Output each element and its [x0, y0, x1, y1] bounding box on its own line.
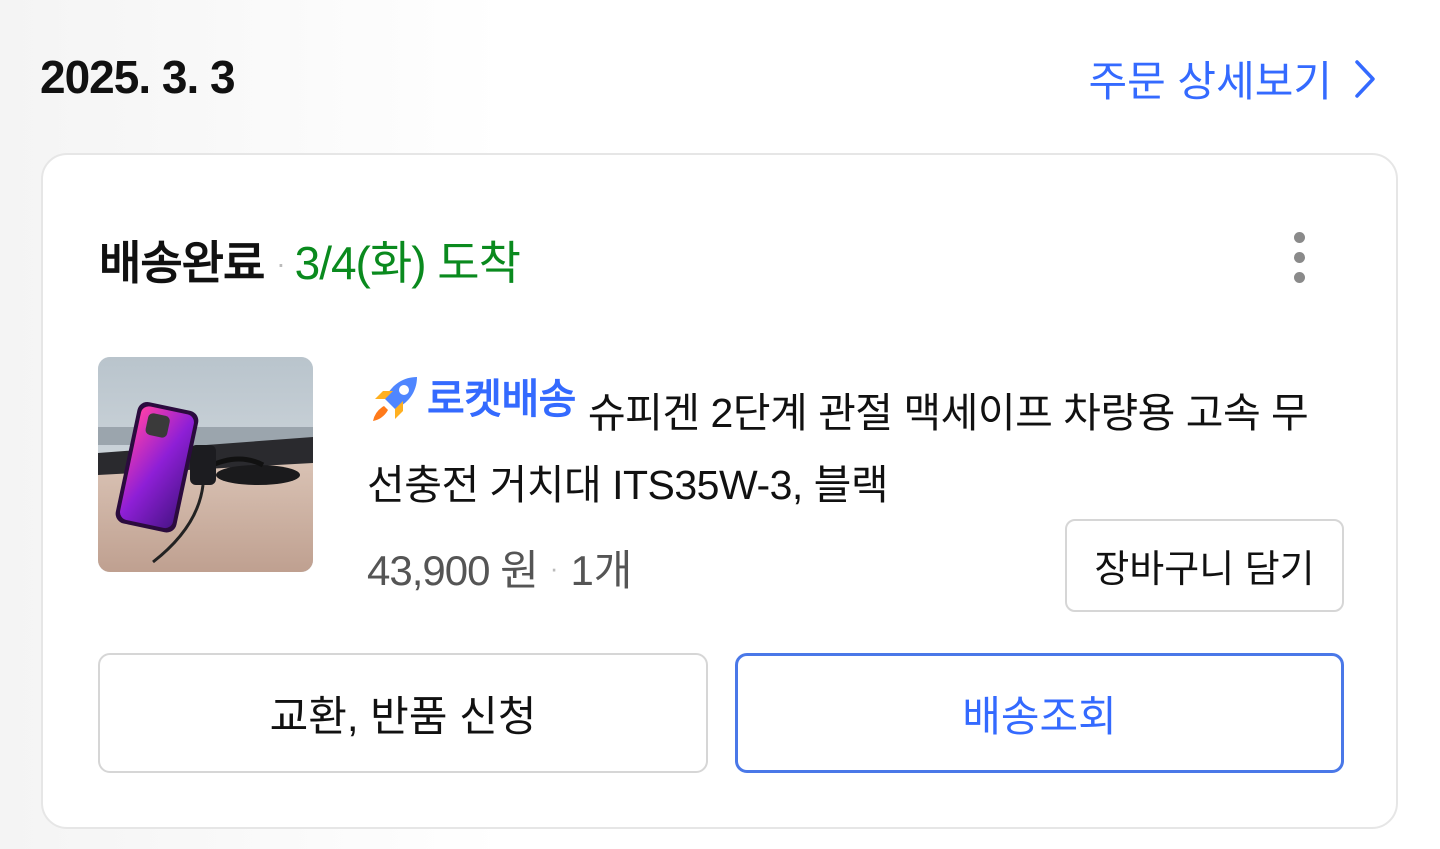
rocket-icon	[373, 377, 417, 421]
track-delivery-button[interactable]: 배송조회	[735, 653, 1344, 773]
chevron-right-icon	[1355, 59, 1375, 98]
delivery-status: 배송완료	[99, 237, 265, 289]
order-header: 2025. 3. 3 주문 상세보기	[40, 40, 1400, 120]
price-row: 43,900 원 · 1개	[367, 537, 632, 598]
delivery-status-row: 배송완료 · 3/4(화) 도착	[99, 227, 521, 289]
product-image[interactable]	[98, 357, 313, 572]
more-dot-icon	[1293, 271, 1305, 283]
order-page: 2025. 3. 3 주문 상세보기 배송완료 · 3/4(화) 도착 로켓배송…	[0, 0, 1440, 849]
rocket-delivery-badge: 로켓배송	[367, 363, 588, 435]
order-detail-label: 주문 상세보기	[1088, 58, 1332, 105]
exchange-return-button[interactable]: 교환, 반품 신청	[98, 653, 708, 773]
status-separator: ·	[276, 248, 286, 279]
add-to-cart-button[interactable]: 장바구니 담기	[1065, 519, 1344, 612]
product-photo	[98, 357, 313, 572]
product-title[interactable]: 로켓배송 슈피겐 2단계 관절 맥세이프 차량용 고속 무선충전 거치대 ITS…	[367, 363, 1317, 521]
rocket-delivery-label: 로켓배송	[427, 376, 576, 422]
more-dot-icon	[1293, 251, 1305, 263]
arrival-date: 3/4(화) 도착	[294, 237, 521, 289]
order-detail-link[interactable]: 주문 상세보기	[1088, 48, 1376, 109]
price-separator: ·	[549, 553, 559, 583]
order-card: 배송완료 · 3/4(화) 도착 로켓배송 슈피겐 2단계 관절 맥세이프 차량…	[41, 153, 1398, 829]
more-options-button[interactable]	[1279, 227, 1319, 287]
more-dot-icon	[1293, 231, 1305, 243]
product-price: 43,900 원	[367, 547, 539, 594]
product-quantity: 1개	[570, 547, 633, 594]
order-date: 2025. 3. 3	[40, 51, 236, 103]
